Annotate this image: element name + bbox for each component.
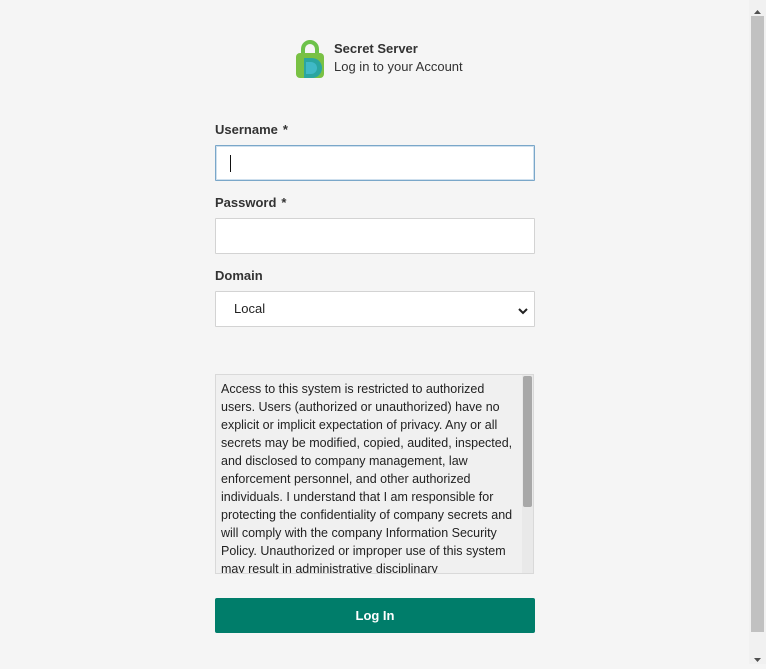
- login-button[interactable]: Log In: [215, 598, 535, 633]
- chevron-down-icon: [518, 303, 528, 321]
- password-label: Password *: [215, 195, 286, 210]
- app-title: Secret Server: [334, 41, 418, 56]
- password-label-text: Password: [215, 195, 277, 210]
- lock-logo-icon: [296, 40, 324, 78]
- text-caret: [230, 155, 231, 172]
- required-mark: *: [282, 122, 288, 137]
- login-header: Secret Server Log in to your Account: [296, 40, 463, 78]
- password-input[interactable]: [215, 218, 535, 254]
- domain-label-text: Domain: [215, 268, 263, 283]
- scroll-up-icon[interactable]: [753, 4, 762, 14]
- domain-select[interactable]: Local: [215, 291, 535, 327]
- username-input[interactable]: [215, 145, 535, 181]
- banner-scrollbar-thumb[interactable]: [523, 376, 532, 507]
- domain-label: Domain: [215, 268, 263, 283]
- page-subtitle: Log in to your Account: [334, 59, 463, 74]
- username-label-text: Username: [215, 122, 278, 137]
- page-scrollbar[interactable]: [749, 0, 766, 664]
- banner-scrollbar[interactable]: [522, 375, 533, 573]
- domain-selected-value: Local: [234, 301, 266, 316]
- page-scrollbar-thumb[interactable]: [751, 16, 764, 632]
- required-mark: *: [281, 195, 287, 210]
- banner-text: Access to this system is restricted to a…: [221, 382, 513, 574]
- login-banner[interactable]: Access to this system is restricted to a…: [215, 374, 534, 574]
- scroll-down-icon[interactable]: [753, 651, 762, 662]
- username-label: Username *: [215, 122, 288, 137]
